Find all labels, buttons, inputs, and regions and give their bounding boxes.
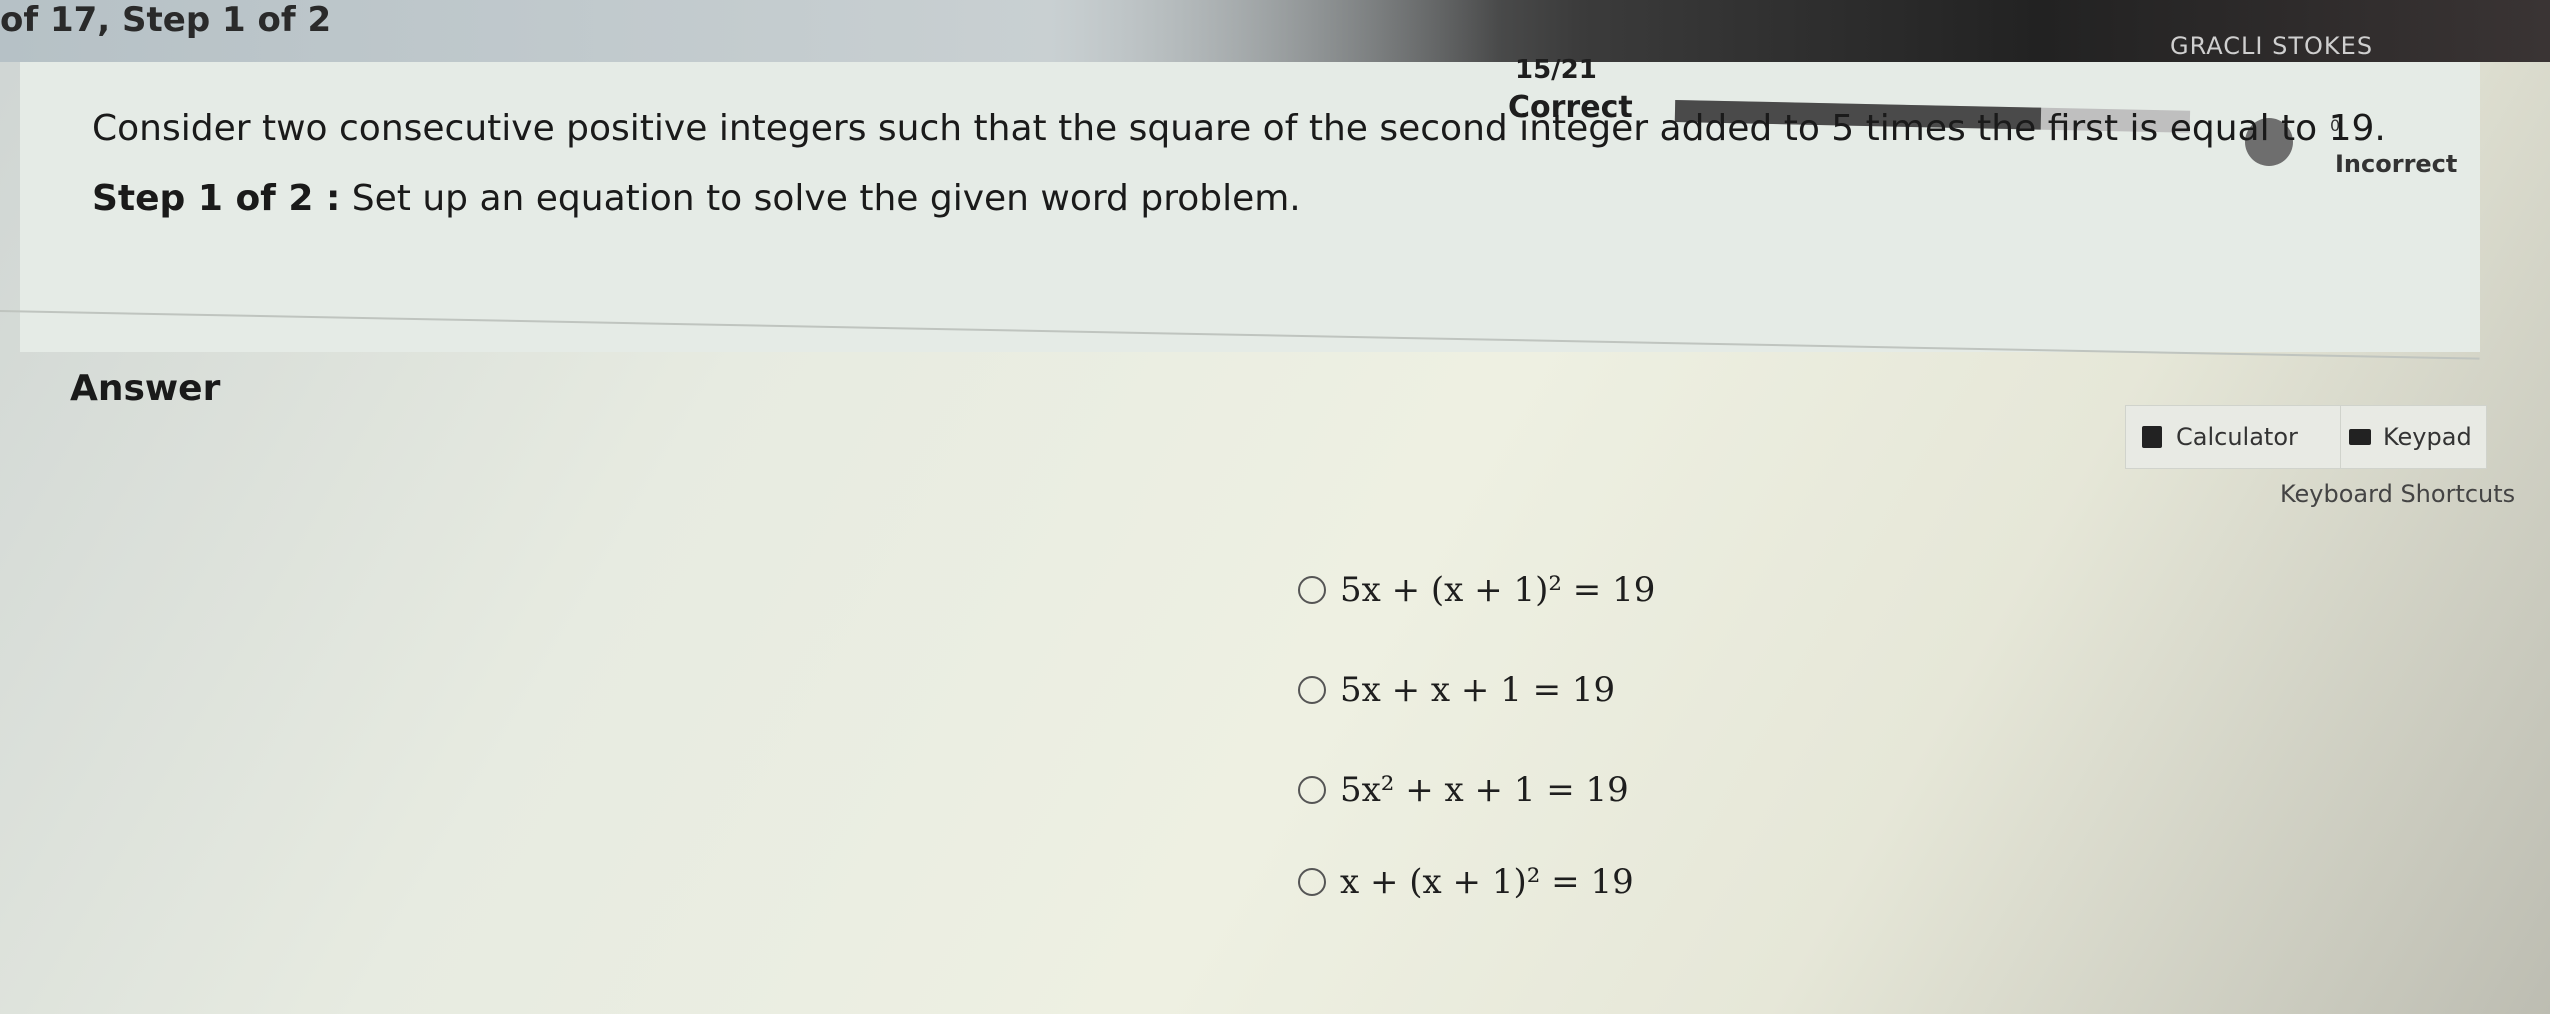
step-instruction: Step 1 of 2 : Set up an equation to solv… (92, 178, 1301, 219)
radio-button[interactable] (1298, 676, 1326, 704)
question-prompt: Consider two consecutive positive intege… (92, 108, 2386, 149)
top-bar (0, 0, 2550, 62)
option-equation: 5x² + x + 1 = 19 (1340, 770, 1629, 810)
keypad-label: Keypad (2383, 423, 2472, 451)
incorrect-label: Incorrect (2335, 150, 2458, 178)
keyboard-shortcuts-link[interactable]: Keyboard Shortcuts (2280, 480, 2515, 508)
answer-option-3[interactable]: 5x² + x + 1 = 19 (1298, 770, 1629, 810)
answer-option-1[interactable]: 5x + (x + 1)² = 19 (1298, 570, 1655, 610)
step-label: Step 1 of 2 : (92, 178, 341, 219)
calculator-icon (2142, 426, 2162, 448)
keypad-icon (2349, 429, 2371, 445)
step-indicator: of 17, Step 1 of 2 (0, 0, 332, 40)
calculator-button[interactable]: Calculator (2125, 405, 2342, 469)
option-equation: 5x + x + 1 = 19 (1340, 670, 1616, 710)
keypad-button[interactable]: Keypad (2340, 405, 2487, 469)
option-equation: x + (x + 1)² = 19 (1340, 862, 1634, 902)
step-text: Set up an equation to solve the given wo… (351, 178, 1301, 219)
user-name[interactable]: GRACLI STOKES (2170, 32, 2373, 60)
calculator-label: Calculator (2176, 423, 2298, 451)
radio-button[interactable] (1298, 868, 1326, 896)
answer-heading: Answer (70, 368, 221, 409)
radio-button[interactable] (1298, 576, 1326, 604)
answer-option-2[interactable]: 5x + x + 1 = 19 (1298, 670, 1615, 710)
answer-option-4[interactable]: x + (x + 1)² = 19 (1298, 862, 1634, 902)
progress-count: 15/21 (1515, 55, 1597, 85)
option-equation: 5x + (x + 1)² = 19 (1340, 570, 1656, 610)
radio-button[interactable] (1298, 776, 1326, 804)
